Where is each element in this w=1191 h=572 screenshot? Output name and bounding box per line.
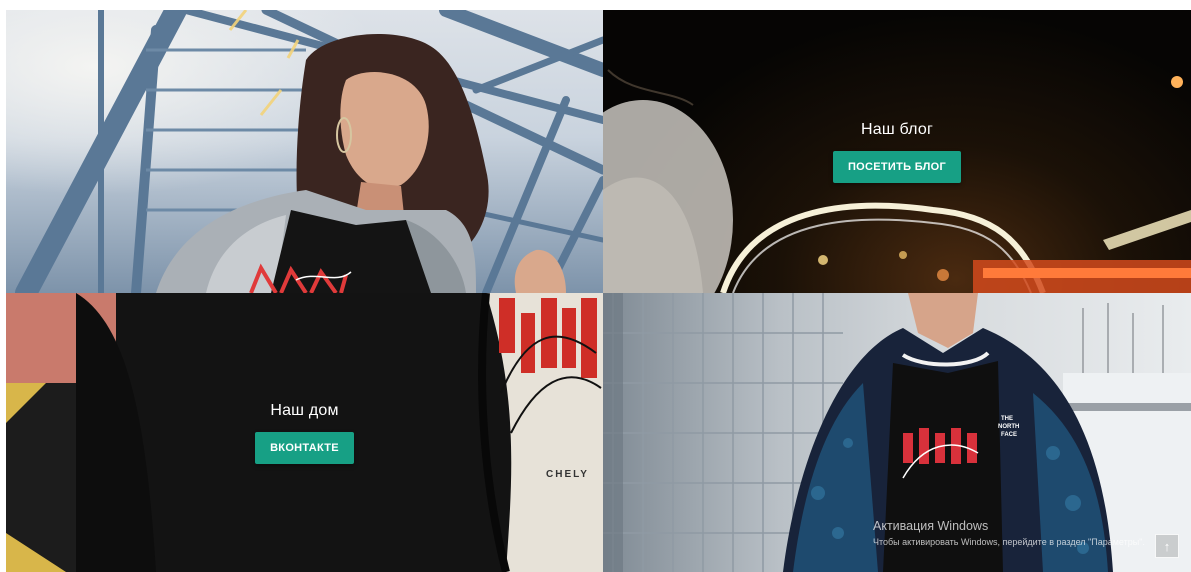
photo-grid: Наш блог ПОСЕТИТЬ БЛОГ CHELY Наш дом ВКО… (6, 10, 1191, 572)
visit-blog-button[interactable]: ПОСЕТИТЬ БЛОГ (832, 150, 962, 183)
blog-title: Наш блог (860, 120, 934, 138)
blog-block: Наш блог ПОСЕТИТЬ БЛОГ (603, 10, 1191, 293)
vk-tile: CHELY Наш дом ВКОНТАКТЕ (6, 293, 603, 572)
scroll-to-top-button[interactable]: ↑ (1155, 534, 1179, 558)
blog-tile: Наш блог ПОСЕТИТЬ БЛОГ (603, 10, 1191, 293)
vkontakte-button[interactable]: ВКОНТАКТЕ (255, 431, 354, 464)
windows-activation-watermark: Активация Windows Чтобы активировать Win… (873, 519, 1145, 547)
watermark-subtitle: Чтобы активировать Windows, перейдите в … (873, 537, 1145, 547)
svg-text:NORTH: NORTH (998, 424, 1019, 430)
watermark-title: Активация Windows (873, 519, 989, 533)
vk-title: Наш дом (270, 401, 339, 419)
vk-block: Наш дом ВКОНТАКТЕ (6, 293, 603, 572)
svg-text:FACE: FACE (1001, 432, 1017, 438)
arrow-up-icon: ↑ (1163, 538, 1171, 554)
staircase-photo (15, 10, 603, 293)
svg-text:THE: THE (1001, 416, 1013, 422)
photo-tile-girl-stairs (6, 10, 603, 293)
